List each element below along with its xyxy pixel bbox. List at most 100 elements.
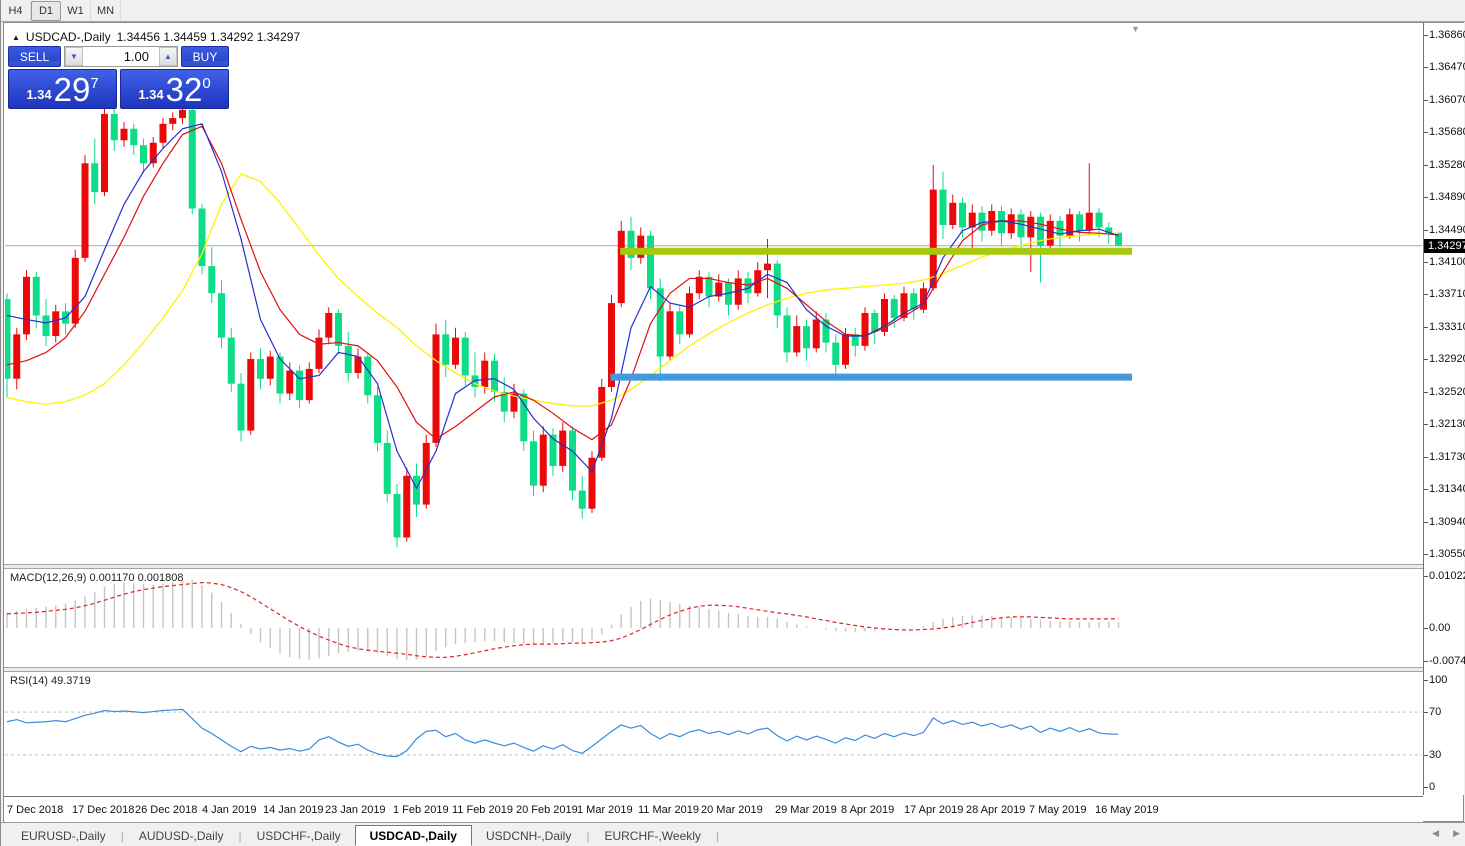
price-tick-mark xyxy=(1424,661,1428,662)
price-tick-mark xyxy=(1424,457,1428,458)
price-tick-mark xyxy=(1424,132,1428,133)
macd-label: MACD(12,26,9) 0.001170 0.001808 xyxy=(10,572,183,584)
rsi-scale-label: 30 xyxy=(1429,749,1441,761)
rsi-scale-label: 100 xyxy=(1429,674,1447,686)
price-tick-mark xyxy=(1424,755,1428,756)
one-click-trade-panel: SELL ▼ ▲ BUY 1.34 29 7 xyxy=(8,46,229,109)
tab-separator: | xyxy=(716,829,719,843)
date-tick-label: 11 Mar 2019 xyxy=(638,804,699,816)
sell-price-big: 29 xyxy=(54,75,91,105)
price-tick-mark xyxy=(1424,576,1428,577)
macd-canvas xyxy=(5,569,1422,667)
date-tick-label: 20 Feb 2019 xyxy=(516,804,578,816)
chart-shift-icon[interactable]: ▼ xyxy=(1131,24,1140,34)
price-tick-label: 1.33310 xyxy=(1429,321,1465,333)
macd-scale-bottom: -0.007477 xyxy=(1429,655,1465,667)
date-tick-label: 14 Jan 2019 xyxy=(263,804,324,816)
date-tick-label: 20 Mar 2019 xyxy=(701,804,763,816)
price-tick-mark xyxy=(1424,67,1428,68)
rsi-scale-label: 0 xyxy=(1429,781,1435,793)
volume-increase-button[interactable]: ▲ xyxy=(159,47,177,66)
chart-title: ▲ USDCAD-,Daily 1.34456 1.34459 1.34292 … xyxy=(12,30,300,44)
price-tick-mark xyxy=(1424,424,1428,425)
date-tick-label: 7 Dec 2018 xyxy=(7,804,63,816)
tab-eurchf[interactable]: EURCHF-,Weekly xyxy=(590,825,714,846)
price-tick-mark xyxy=(1424,359,1428,360)
buy-price-sup: 0 xyxy=(202,75,210,92)
macd-scale-top: 0.010229 xyxy=(1429,570,1465,582)
price-tick-mark xyxy=(1424,197,1428,198)
timeframe-toolbar: H4D1W1MN xyxy=(1,0,1465,22)
timeframe-button-mn[interactable]: MN xyxy=(91,1,121,21)
price-tick-mark xyxy=(1424,787,1428,788)
main-price-chart[interactable]: ▲ USDCAD-,Daily 1.34456 1.34459 1.34292 … xyxy=(5,24,1422,564)
date-tick-label: 17 Dec 2018 xyxy=(72,804,134,816)
price-tick-label: 1.36470 xyxy=(1429,61,1465,73)
macd-indicator-panel[interactable]: MACD(12,26,9) 0.001170 0.001808 xyxy=(5,569,1422,667)
price-tick-label: 1.34490 xyxy=(1429,224,1465,236)
price-tick-mark xyxy=(1424,712,1428,713)
tab-scroll-left-icon[interactable]: ◀ xyxy=(1432,828,1439,839)
sell-price-sup: 7 xyxy=(90,75,98,92)
trading-platform-window: H4D1W1MN ▲ USDCAD-,Daily 1.34456 1.34459… xyxy=(0,0,1465,846)
price-tick-mark xyxy=(1424,262,1428,263)
tab-eurusd[interactable]: EURUSD-,Daily xyxy=(7,825,120,846)
tab-audusd[interactable]: AUDUSD-,Daily xyxy=(125,825,238,846)
chart-tab-bar: EURUSD-,Daily|AUDUSD-,Daily|USDCHF-,Dail… xyxy=(1,822,1465,846)
sell-price-box[interactable]: 1.34 29 7 xyxy=(8,69,117,109)
price-tick-mark xyxy=(1424,100,1428,101)
date-tick-label: 29 Mar 2019 xyxy=(775,804,837,816)
buy-price-box[interactable]: 1.34 32 0 xyxy=(120,69,229,109)
buy-price-base: 1.34 xyxy=(138,87,163,102)
price-tick-label: 1.35280 xyxy=(1429,159,1465,171)
date-tick-label: 8 Apr 2019 xyxy=(841,804,894,816)
up-arrow-icon: ▲ xyxy=(164,52,172,61)
price-tick-mark xyxy=(1424,230,1428,231)
timeframe-button-h4[interactable]: H4 xyxy=(1,1,31,21)
date-tick-label: 4 Jan 2019 xyxy=(202,804,256,816)
date-tick-label: 1 Feb 2019 xyxy=(393,804,449,816)
price-tick-label: 1.30940 xyxy=(1429,516,1465,528)
tab-scroll-right-icon[interactable]: ▶ xyxy=(1453,828,1460,839)
date-tick-label: 26 Dec 2018 xyxy=(135,804,197,816)
price-tick-label: 1.30550 xyxy=(1429,548,1465,560)
tab-usdcad[interactable]: USDCAD-,Daily xyxy=(355,825,472,846)
timeframe-button-d1[interactable]: D1 xyxy=(31,1,61,21)
price-tick-mark xyxy=(1424,489,1428,490)
price-tick-label: 1.34890 xyxy=(1429,191,1465,203)
date-tick-label: 7 May 2019 xyxy=(1029,804,1086,816)
chart-window: ▲ USDCAD-,Daily 1.34456 1.34459 1.34292 … xyxy=(3,22,1464,822)
tab-usdchf[interactable]: USDCHF-,Daily xyxy=(243,825,355,846)
price-tick-label: 1.32920 xyxy=(1429,353,1465,365)
price-tick-mark xyxy=(1424,554,1428,555)
price-tick-label: 1.32130 xyxy=(1429,418,1465,430)
macd-scale-zero: 0.00 xyxy=(1429,622,1450,634)
timeframe-button-w1[interactable]: W1 xyxy=(61,1,91,21)
chart-symbol-label: USDCAD-,Daily xyxy=(26,30,111,44)
volume-input[interactable] xyxy=(83,47,159,66)
rsi-indicator-panel[interactable]: RSI(14) 49.3719 xyxy=(5,672,1422,795)
price-axis[interactable]: 1.368601.364701.360701.356801.352801.348… xyxy=(1423,23,1464,795)
price-tick-label: 1.36860 xyxy=(1429,29,1465,41)
volume-decrease-button[interactable]: ▼ xyxy=(65,47,83,66)
buy-price-big: 32 xyxy=(166,75,203,105)
price-tick-mark xyxy=(1424,165,1428,166)
price-tick-mark xyxy=(1424,35,1428,36)
tab-usdcnh[interactable]: USDCNH-,Daily xyxy=(472,825,585,846)
sell-button[interactable]: SELL xyxy=(8,46,61,67)
date-axis[interactable]: 7 Dec 2018 17 Dec 201826 Dec 2018 4 Jan 20… xyxy=(4,796,1423,822)
price-tick-label: 1.32520 xyxy=(1429,386,1465,398)
current-price-tag: 1.34297 xyxy=(1424,239,1465,253)
price-tick-mark xyxy=(1424,392,1428,393)
down-arrow-icon: ▼ xyxy=(70,52,78,61)
price-tick-mark xyxy=(1424,327,1428,328)
price-tick-mark xyxy=(1424,628,1428,629)
price-tick-label: 1.31340 xyxy=(1429,483,1465,495)
price-tick-label: 1.35680 xyxy=(1429,126,1465,138)
price-tick-label: 1.34100 xyxy=(1429,256,1465,268)
buy-button[interactable]: BUY xyxy=(181,46,229,67)
volume-stepper: ▼ ▲ xyxy=(64,46,178,67)
price-tick-label: 1.31730 xyxy=(1429,451,1465,463)
date-tick-label: 16 May 2019 xyxy=(1095,804,1159,816)
rsi-scale-label: 70 xyxy=(1429,706,1441,718)
